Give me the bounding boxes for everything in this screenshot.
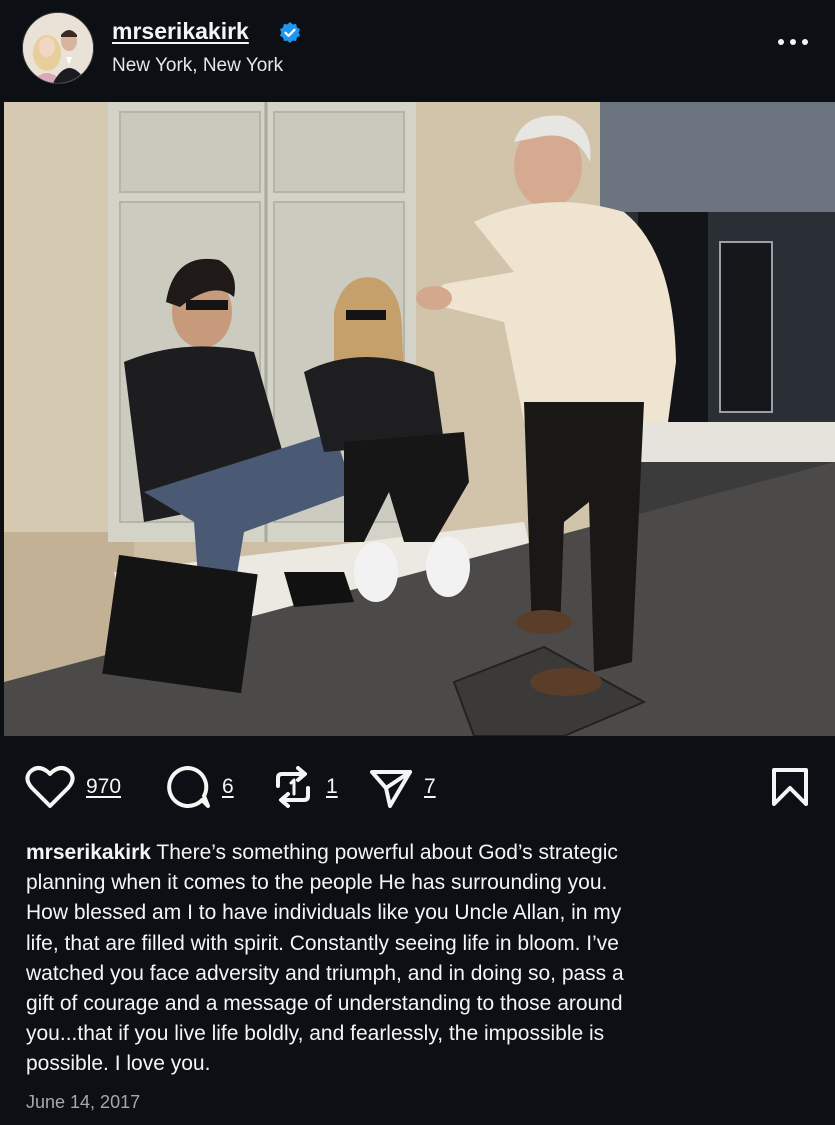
caption-text-line: possible. I love you. (26, 1052, 211, 1076)
verified-badge-icon (280, 22, 300, 43)
repost-button[interactable]: 1 (270, 764, 338, 810)
save-button[interactable] (768, 764, 812, 810)
heart-icon (25, 766, 75, 808)
caption-text-line: you...that if you live life boldly, and … (26, 1022, 605, 1046)
repost-count[interactable]: 1 (326, 775, 338, 799)
caption-text-line: How blessed am I to have individuals lik… (26, 901, 622, 925)
caption-text-line: planning when it comes to the people He … (26, 871, 608, 895)
comment-count[interactable]: 6 (222, 775, 234, 799)
username-link[interactable]: mrserikakirk (112, 18, 249, 45)
action-bar: 970 6 1 7 (0, 736, 835, 836)
caption-line-1: mrserikakirk There’s something powerful … (26, 838, 816, 868)
post-location[interactable]: New York, New York (112, 55, 283, 77)
caption-username[interactable]: mrserikakirk (26, 841, 151, 864)
like-button[interactable]: 970 (24, 764, 121, 810)
caption-text-line: There’s something powerful about God’s s… (156, 841, 618, 864)
bookmark-icon (772, 768, 808, 806)
share-count[interactable]: 7 (424, 775, 436, 799)
post-header: mrserikakirk New York, New York (0, 0, 835, 102)
send-icon (370, 770, 412, 808)
comment-bubble-icon (167, 766, 210, 808)
avatar-image (23, 13, 93, 83)
repost-icon (276, 766, 310, 808)
caption-text-line: life, that are filled with spirit. Const… (26, 931, 619, 955)
profile-avatar[interactable] (22, 12, 94, 84)
caption-text-line: watched you face adversity and triumph, … (26, 961, 624, 985)
post-photo[interactable] (4, 102, 835, 736)
post-caption: mrserikakirk There’s something powerful … (26, 838, 816, 1080)
post-date: June 14, 2017 (26, 1092, 141, 1112)
comment-button[interactable]: 6 (164, 764, 234, 810)
photo-illustration (4, 102, 835, 736)
caption-text-line: gift of courage and a message of underst… (26, 992, 623, 1016)
share-button[interactable]: 7 (368, 764, 436, 810)
like-count[interactable]: 970 (86, 775, 121, 799)
more-options-icon[interactable] (773, 30, 813, 54)
